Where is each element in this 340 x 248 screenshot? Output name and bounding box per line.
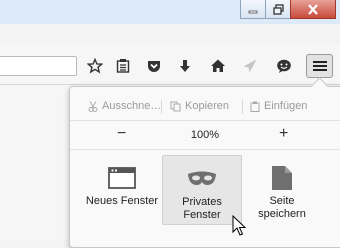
menu-button[interactable] [306, 54, 333, 78]
save-page-icon [272, 166, 292, 190]
private-window-button[interactable]: Privates Fenster [162, 155, 242, 225]
divider [161, 100, 162, 114]
copy-button[interactable]: Kopieren [170, 100, 229, 112]
new-window-label: Neues Fenster [85, 195, 159, 207]
close-button[interactable] [290, 0, 336, 19]
new-window-icon [108, 167, 136, 189]
zoom-level[interactable]: 100% [185, 129, 225, 141]
new-window-button[interactable]: Neues Fenster [82, 155, 162, 225]
minimize-icon [248, 10, 258, 14]
pocket-icon[interactable] [146, 58, 162, 74]
private-mask-icon [188, 171, 216, 185]
paste-label: Einfügen [264, 100, 308, 112]
save-page-label: Seite speichern [258, 195, 306, 220]
menu-panel: Ausschne… Kopieren Einfügen − 100% + Neu… [69, 77, 340, 248]
zoom-controls: − 100% + [70, 121, 340, 150]
close-icon [308, 3, 318, 15]
window-controls [240, 0, 336, 20]
url-bar[interactable] [0, 56, 77, 76]
mouse-cursor-icon [232, 215, 246, 236]
download-icon[interactable] [177, 58, 193, 74]
cut-label: Ausschne… [102, 100, 162, 112]
minimize-button[interactable] [240, 0, 266, 19]
home-icon[interactable] [210, 58, 226, 74]
zoom-out-button[interactable]: − [117, 125, 126, 143]
send-icon[interactable] [242, 58, 258, 74]
cut-button[interactable]: Ausschne… [88, 100, 161, 112]
navigation-toolbar [0, 44, 340, 85]
reading-list-icon[interactable] [115, 58, 131, 74]
divider [242, 100, 243, 114]
paste-icon [250, 101, 260, 112]
restore-icon [272, 3, 284, 15]
private-window-label: Privates Fenster [182, 196, 222, 221]
hamburger-menu-icon [312, 61, 327, 71]
restore-button[interactable] [265, 0, 291, 19]
save-page-button[interactable]: Seite speichern [242, 155, 322, 225]
copy-icon [170, 101, 181, 111]
star-icon[interactable] [87, 58, 103, 74]
scissors-icon [88, 100, 98, 112]
zoom-in-button[interactable]: + [279, 125, 288, 143]
paste-button[interactable]: Einfügen [250, 100, 307, 112]
copy-label: Kopieren [185, 100, 230, 112]
chat-icon[interactable] [276, 58, 292, 74]
window-titlebar [0, 0, 340, 24]
edit-controls: Ausschne… Kopieren Einfügen [70, 94, 340, 121]
